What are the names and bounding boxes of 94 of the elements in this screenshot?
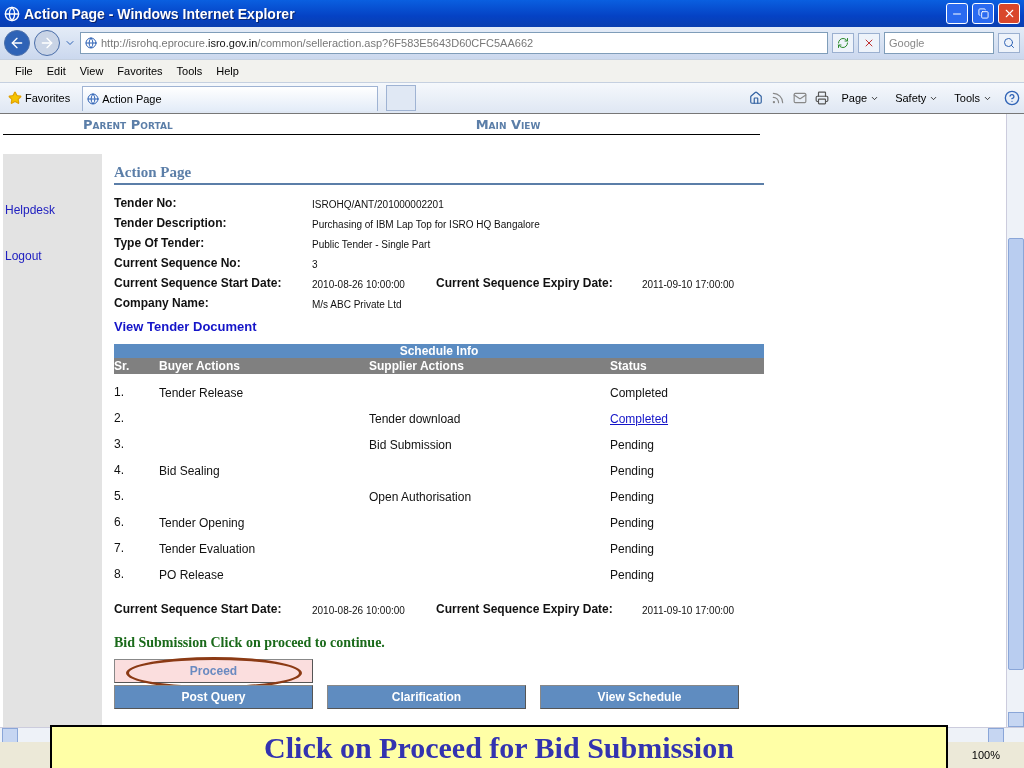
command-menu[interactable]: Tools [950,90,996,106]
back-button[interactable] [4,30,30,56]
field-value: 2011-09-10 17:00:00 [642,279,735,290]
table-cell-text: 4. [114,463,125,477]
menu-item[interactable]: Help [209,63,246,79]
url-text: http://isrohq.eprocure.isro.gov.in/common/selleraction.asp?6F583E5643D60CFC5AA662 [101,37,534,49]
close-button[interactable] [998,3,1020,24]
restore-icon [977,8,989,19]
field-label: Company Name: [114,296,210,310]
sidebar-link[interactable]: Helpdesk [3,203,56,217]
table-cell: Pending [610,490,655,504]
print-icon[interactable] [815,91,830,105]
field-value: 2010-08-26 10:00:00 [312,605,405,616]
minimize-button[interactable] [946,3,968,24]
table-cell-text: 8. [114,567,125,581]
table-cell: Tender download [369,412,461,426]
table-cell: Completed [610,386,669,400]
command-menu[interactable]: Page [837,90,884,106]
stop-button[interactable] [858,33,880,53]
table-cell-text: 7. [114,541,125,555]
table-cell: PO Release [159,568,224,582]
restore-button[interactable] [972,3,994,24]
table-cell: Pending [610,438,655,452]
action-button[interactable]: Post Query [114,685,313,709]
help-icon[interactable] [1004,90,1020,106]
field-label: Current Sequence Expiry Date: [436,602,614,616]
menu-item[interactable]: Tools [169,63,210,79]
menu-item[interactable]: Favorites [110,63,170,79]
menu-item[interactable]: File [8,63,40,79]
address-field[interactable]: http://isrohq.eprocure.isro.gov.in/common/selleraction.asp?6F583E5643D60CFC5AA662 [80,32,828,54]
table-cell: Pending [610,516,655,530]
header-link[interactable]: Main View [475,116,541,132]
table-cell: Tender Release [159,386,244,400]
field-label: Tender No: [114,196,178,210]
browser-tab[interactable]: Action Page [82,85,379,111]
command-menu[interactable]: Safety [891,90,943,106]
table-cell: Tender Opening [159,516,245,530]
caption-banner: Click on Proceed for Bid Submission [50,725,948,768]
field-label: Tender Description: [114,216,228,230]
table-cell: Bid Sealing [159,464,220,478]
star-icon [8,91,22,105]
stop-icon [863,37,875,49]
table-cell-text: 6. [114,515,125,529]
forward-button[interactable] [34,30,60,56]
page-heading: Action Page [114,164,764,185]
field-value: Public Tender - Single Part [312,239,431,250]
table-cell-text: 3. [114,437,125,451]
table-cell-text: 5. [114,489,125,503]
field-value: M/s ABC Private Ltd [312,299,402,310]
table-cell: Pending [610,542,655,556]
globe-icon [87,92,100,105]
view-document-link[interactable]: View Tender Document [114,319,257,334]
browser-icon [4,5,20,22]
favorites-button[interactable]: Favorites [4,89,75,107]
action-button[interactable]: View Schedule [540,685,739,709]
refresh-button[interactable] [832,33,854,53]
refresh-icon [837,37,849,49]
field-label: Current Sequence Expiry Date: [436,276,614,290]
feed-icon[interactable] [771,91,786,105]
field-label: Current Sequence Start Date: [114,276,283,290]
home-icon[interactable] [749,91,764,105]
table-title: Schedule Info [114,344,764,358]
status-link[interactable]: Completed [610,412,669,426]
search-icon [1003,37,1015,49]
table-cell: Tender Evaluation [159,542,256,556]
vertical-scrollbar[interactable] [1006,114,1024,727]
search-field[interactable]: Google [884,32,994,54]
menu-item[interactable]: View [72,63,111,79]
forward-arrow-icon [39,35,55,51]
field-label: Current Sequence Start Date: [114,602,283,616]
sidebar-link[interactable]: Logout [3,249,42,263]
table-cell: Pending [610,568,655,582]
field-value: 3 [312,259,318,270]
globe-icon [85,37,97,49]
menu-item[interactable]: Edit [39,63,73,79]
window-title: Action Page - Windows Internet Explorer [24,5,296,22]
field-label: Current Sequence No: [114,256,242,270]
table-cell-text: 2. [114,411,125,425]
field-value: ISROHQ/ANT/201000002201 [312,199,444,210]
table-cell: Bid Submission [369,438,452,452]
table-cell: Pending [610,464,655,478]
field-label: Type Of Tender: [114,236,206,250]
table-cell-text: 1. [114,385,125,399]
field-value: 2011-09-10 17:00:00 [642,605,735,616]
field-value: Purchasing of IBM Lap Top for ISRO HQ Bangalore [312,219,540,230]
search-button[interactable] [998,33,1020,53]
table-cell: Open Authorisation [369,490,472,504]
action-button[interactable]: Clarification [327,685,526,709]
table-header: Sr. Buyer Actions Supplier Actions Status [114,358,764,374]
instruction-message: Bid Submission Click on proceed to continue. [114,635,386,651]
field-value: 2010-08-26 10:00:00 [312,279,405,290]
header-link[interactable]: Parent Portal [83,116,173,132]
mail-icon[interactable] [793,91,808,105]
zoom-level[interactable]: 100% [971,749,1000,761]
